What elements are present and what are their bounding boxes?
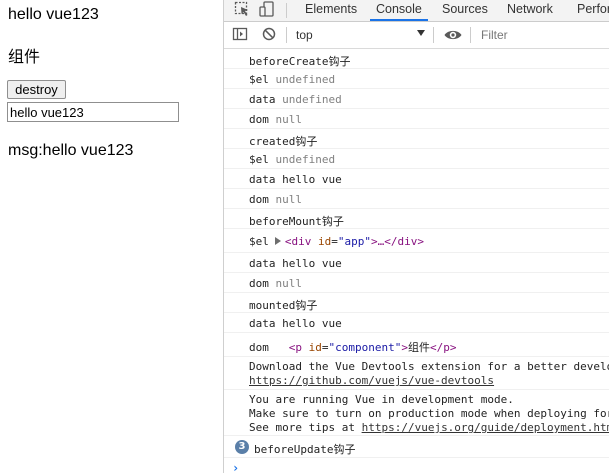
console-message: beforeCreate钩子 (224, 49, 609, 69)
console-message: beforeMount钩子 (224, 209, 609, 229)
inspect-element-icon[interactable] (234, 0, 250, 21)
repeat-count-badge: 3 (235, 440, 249, 454)
tab-elements[interactable]: Elements (305, 0, 357, 21)
vue-devtools-link[interactable]: https://github.com/vuejs/vue-devtools (249, 374, 494, 387)
console-message: data hello vue (224, 169, 609, 189)
console-message: dom null (224, 109, 609, 129)
tab-performance[interactable]: Perfor (577, 0, 609, 21)
chevron-down-icon[interactable] (417, 30, 425, 36)
console-message: data hello vue (224, 253, 609, 273)
msg-output: msg:hello vue123 (8, 142, 134, 159)
deployment-guide-link[interactable]: https://vuejs.org/guide/deployment.htm (362, 421, 609, 434)
context-selector[interactable]: top (296, 28, 313, 42)
devtools-tab-bar: Elements Console Sources Network Perfor (224, 0, 609, 22)
page-heading: hello vue123 (8, 6, 99, 23)
console-message[interactable]: dom <p id="component">组件</p> (224, 333, 609, 357)
console-message: data undefined (224, 89, 609, 109)
console-message: $el undefined (224, 69, 609, 89)
devtools-panel: Elements Console Sources Network Perfor … (223, 0, 609, 473)
console-message: You are running Vue in development mode.… (224, 390, 609, 436)
console-message: dom null (224, 189, 609, 209)
tab-sources[interactable]: Sources (442, 0, 488, 21)
expand-triangle-icon[interactable] (274, 237, 281, 245)
tab-network[interactable]: Network (507, 0, 553, 21)
eye-icon[interactable] (443, 27, 463, 48)
component-paragraph: 组件 (8, 49, 41, 66)
device-toolbar-icon[interactable] (258, 0, 276, 21)
tab-console[interactable]: Console (370, 0, 428, 21)
console-prompt[interactable]: › (232, 461, 239, 473)
sidebar-toggle-icon[interactable] (232, 26, 248, 47)
message-input[interactable] (7, 102, 179, 122)
console-message: dom null (224, 273, 609, 293)
console-message: $el undefined (224, 149, 609, 169)
destroy-button[interactable]: destroy (7, 80, 66, 99)
console-message: Download the Vue Devtools extension for … (224, 357, 609, 390)
page-viewport: hello vue123 组件 destroy msg:hello vue123 (0, 0, 223, 473)
clear-console-icon[interactable] (261, 26, 277, 47)
console-message: mounted钩子 (224, 293, 609, 313)
console-message: data hello vue (224, 313, 609, 333)
console-message: 3 beforeUpdate钩子 (224, 436, 609, 458)
console-toolbar: top (224, 22, 609, 49)
console-message[interactable]: $el <div id="app">…</div> (224, 229, 609, 253)
console-message: created钩子 (224, 129, 609, 149)
console-filter-input[interactable] (475, 25, 609, 45)
